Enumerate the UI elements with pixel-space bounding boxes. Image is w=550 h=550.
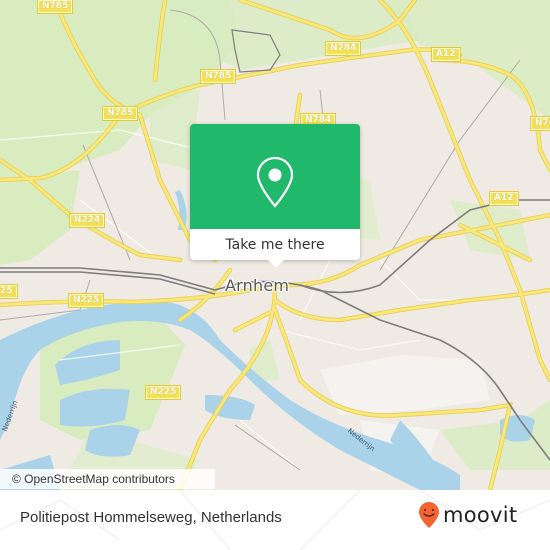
road-label-n225-west: N225 <box>67 293 105 308</box>
moovit-logo[interactable]: moovit <box>418 501 517 529</box>
road-label-n785-north: N785 <box>199 69 237 84</box>
map-pin-icon <box>256 156 294 208</box>
map-card: N785 N785 N785 N784 N784 A12 A12 N78 N22… <box>0 0 550 550</box>
map-view[interactable]: N785 N785 N785 N784 N784 A12 A12 N78 N22… <box>0 0 550 490</box>
road-label-n224: N224 <box>68 213 106 228</box>
road-label-n78-east: N78 <box>529 116 550 131</box>
road-label-n785-west: N785 <box>101 106 139 121</box>
popup-header <box>190 124 360 229</box>
road-label-n225-south: N225 <box>144 385 182 400</box>
place-title: Politiepost Hommelseweg, Netherlands <box>20 509 282 526</box>
road-label-a12-north: A12 <box>431 47 461 62</box>
location-popup: Take me there <box>190 124 360 268</box>
moovit-logo-icon <box>419 502 439 528</box>
city-label: Arnhem <box>225 276 290 295</box>
map-attribution[interactable]: © OpenStreetMap contributors <box>0 469 215 489</box>
footer-bar: Politiepost Hommelseweg, Netherlands moo… <box>0 490 550 550</box>
road-label-n784-north: N784 <box>324 41 362 56</box>
brand-name: moovit <box>443 503 518 527</box>
take-me-there-button[interactable]: Take me there <box>190 229 360 260</box>
road-label-edge: 25 <box>0 284 18 299</box>
road-label-top-edge: N785 <box>36 0 74 14</box>
road-label-a12-east: A12 <box>489 191 519 206</box>
popup-pointer <box>267 259 285 268</box>
